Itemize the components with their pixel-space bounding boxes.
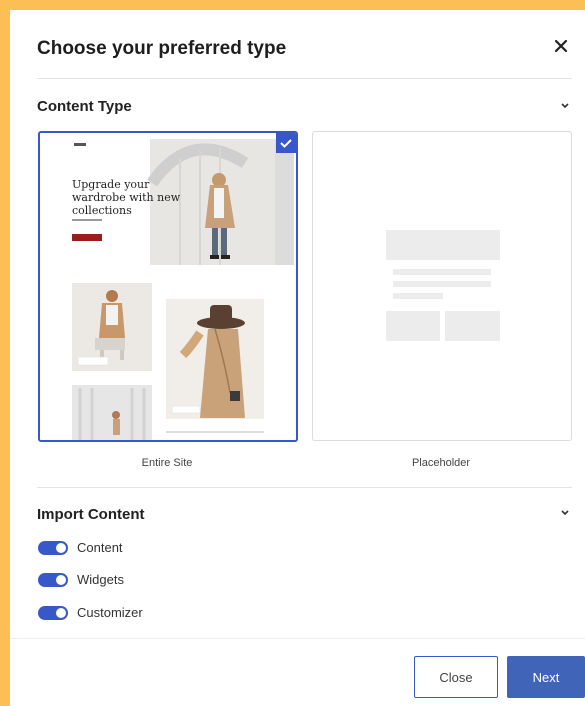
chevron-down-icon[interactable]: [559, 101, 571, 111]
entire-site-option[interactable]: Upgrade your wardrobe with new collectio…: [38, 131, 298, 442]
entire-site-label: Entire Site: [141, 457, 193, 469]
next-button[interactable]: Next: [507, 656, 585, 698]
customizer-toggle[interactable]: [38, 606, 68, 620]
content-toggle-label: Content: [77, 540, 123, 555]
svg-text:collections: collections: [72, 204, 132, 217]
check-icon: [280, 139, 292, 148]
section-divider: [37, 487, 572, 488]
widgets-toggle-label: Widgets: [77, 572, 124, 587]
import-dialog: Choose your preferred type Content Type: [10, 10, 585, 706]
svg-text:Upgrade your: Upgrade your: [72, 178, 150, 191]
placeholder-option[interactable]: [312, 131, 572, 441]
entire-site-preview-image: Upgrade your wardrobe with new collectio…: [40, 133, 296, 440]
content-toggle[interactable]: [38, 541, 68, 555]
dialog-header: Choose your preferred type: [10, 10, 585, 80]
close-button[interactable]: Close: [414, 656, 498, 698]
widgets-toggle[interactable]: [38, 573, 68, 587]
placeholder-label: Placeholder: [411, 457, 471, 469]
selected-badge: [276, 133, 296, 153]
svg-text:wardrobe with new: wardrobe with new: [72, 191, 181, 204]
chevron-down-icon[interactable]: [559, 508, 571, 518]
close-icon[interactable]: [553, 38, 569, 54]
dialog-title: Choose your preferred type: [37, 38, 287, 59]
content-type-heading: Content Type: [37, 98, 132, 115]
placeholder-preview-image: [386, 230, 500, 341]
footer-divider: [10, 638, 585, 639]
customizer-toggle-label: Customizer: [77, 605, 143, 620]
import-content-heading: Import Content: [37, 506, 145, 523]
header-divider: [37, 78, 572, 79]
